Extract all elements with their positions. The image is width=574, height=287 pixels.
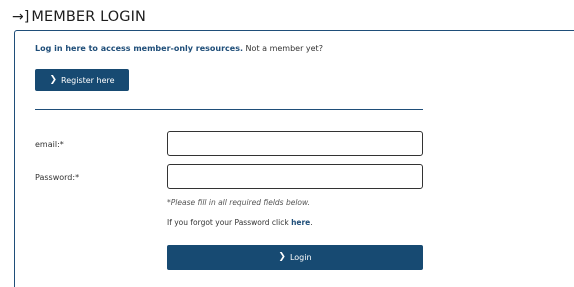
intro-prefix: Log in here to access — [35, 44, 134, 53]
login-button[interactable]: ❯ Login — [167, 245, 423, 270]
page-title-text: MEMBER LOGIN — [31, 9, 146, 25]
required-fields-note: *Please fill in all required fields belo… — [167, 198, 311, 207]
password-field[interactable] — [167, 164, 423, 189]
member-resources-link[interactable]: member-only resources. — [133, 44, 243, 53]
register-button[interactable]: ❯ Register here — [35, 69, 129, 91]
forgot-password-suffix: . — [310, 218, 313, 227]
divider — [35, 109, 423, 110]
page-title: →] MEMBER LOGIN — [12, 6, 146, 28]
register-button-label: Register here — [61, 75, 115, 85]
login-panel: Log in here to access member-only resour… — [14, 30, 574, 287]
member-login-page: →] MEMBER LOGIN Log in here to access me… — [0, 0, 574, 287]
login-arrow-icon: →] — [12, 9, 30, 25]
chevron-right-icon: ❯ — [49, 74, 58, 85]
email-field[interactable] — [167, 131, 423, 156]
intro-suffix: Not a member yet? — [243, 44, 323, 53]
forgot-password-link[interactable]: here — [291, 218, 310, 227]
chevron-right-icon: ❯ — [278, 252, 286, 262]
forgot-password-prefix: If you forgot your Password click — [167, 218, 292, 227]
email-label: email:* — [35, 140, 64, 149]
password-label: Password:* — [35, 173, 80, 182]
login-button-label: Login — [289, 253, 312, 262]
forgot-password-text: If you forgot your Password click here. — [167, 218, 313, 227]
intro-text: Log in here to access member-only resour… — [35, 44, 323, 53]
